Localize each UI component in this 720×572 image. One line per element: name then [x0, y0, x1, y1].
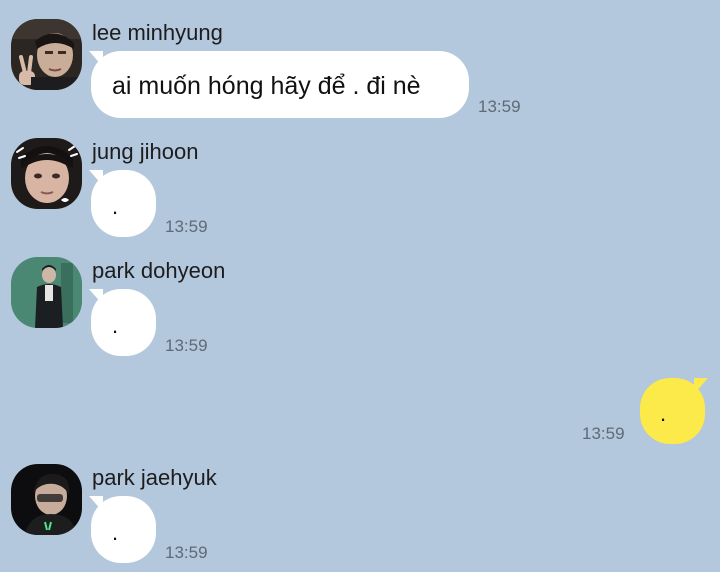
message-timestamp: 13:59	[165, 217, 208, 236]
sender-name: jung jihoon	[92, 139, 199, 164]
avatar-photo-icon	[11, 257, 82, 328]
message-bubble[interactable]: .	[89, 289, 156, 356]
bubble-tail	[89, 170, 103, 186]
message-bubble[interactable]: ai muốn hóng hãy để . đi nè	[89, 51, 469, 118]
sender-name: park jaehyuk	[92, 465, 217, 490]
bubble-tail	[89, 51, 103, 67]
message-text: .	[112, 313, 119, 338]
avatar-lee-minhyung[interactable]	[11, 19, 82, 90]
avatar-photo-icon	[11, 138, 82, 209]
message-timestamp: 13:59	[582, 424, 625, 443]
message-timestamp: 13:59	[165, 543, 208, 562]
message-text: .	[112, 520, 119, 545]
chat-window: lee minhyung ai muốn hóng hãy để . đi nè…	[0, 0, 720, 572]
avatar-park-jaehyuk[interactable]	[11, 464, 82, 535]
bubble-tail	[694, 378, 708, 394]
message-bubble[interactable]: .	[89, 496, 156, 563]
message-text: ai muốn hóng hãy để . đi nè	[112, 72, 421, 100]
message-timestamp: 13:59	[165, 336, 208, 355]
avatar-park-dohyeon[interactable]	[11, 257, 82, 328]
message-text: .	[660, 401, 667, 426]
sender-name: lee minhyung	[92, 20, 223, 45]
avatar-photo-icon	[11, 19, 82, 90]
bubble-tail	[89, 496, 103, 512]
message-bubble[interactable]: .	[89, 170, 156, 237]
sender-name: park dohyeon	[92, 258, 226, 283]
message-timestamp: 13:59	[478, 97, 521, 116]
avatar-photo-icon	[11, 464, 82, 535]
message-bubble-own[interactable]: .	[640, 378, 708, 444]
bubble-tail	[89, 289, 103, 305]
avatar-jung-jihoon[interactable]	[11, 138, 82, 209]
message-text: .	[112, 194, 119, 219]
